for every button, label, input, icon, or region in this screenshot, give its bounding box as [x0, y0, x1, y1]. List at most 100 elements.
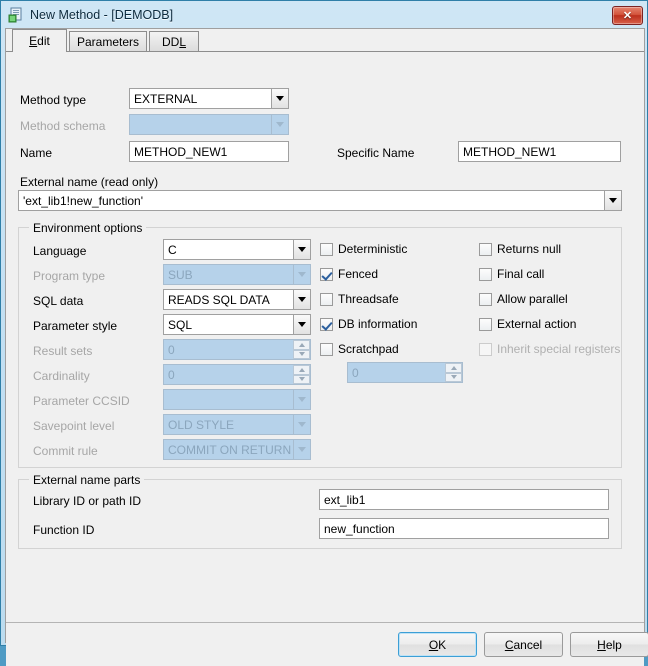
- sql-data-label: SQL data: [33, 294, 84, 308]
- commit-rule-label: Commit rule: [33, 444, 98, 458]
- chevron-down-icon: [293, 390, 310, 409]
- library-id-input[interactable]: ext_lib1: [319, 489, 609, 510]
- external-name-parts-title: External name parts: [29, 473, 145, 487]
- checkbox-allow-parallel[interactable]: Allow parallel: [479, 292, 568, 306]
- method-schema-combo: [129, 114, 289, 135]
- ok-button-label: OK: [428, 637, 447, 652]
- checkbox-deterministic-label: Deterministic: [338, 242, 408, 256]
- parameter-ccsid-combo: [163, 389, 311, 410]
- window-title: New Method - [DEMODB]: [30, 8, 174, 22]
- result-sets-label: Result sets: [33, 344, 93, 358]
- checkbox-box-icon: [320, 267, 333, 281]
- result-sets-stepper: 0: [163, 339, 311, 360]
- environment-options-title: Environment options: [29, 221, 147, 235]
- ok-button[interactable]: OK: [398, 632, 477, 657]
- sql-data-combo[interactable]: READS SQL DATA: [163, 289, 311, 310]
- checkbox-db-information[interactable]: DB information: [320, 317, 417, 331]
- tab-parameters[interactable]: Parameters: [69, 31, 147, 51]
- parameter-style-label: Parameter style: [33, 319, 118, 333]
- checkbox-inherit-special-registers-label: Inherit special registers: [497, 342, 621, 356]
- checkbox-box-icon: [479, 342, 492, 356]
- checkbox-external-action[interactable]: External action: [479, 317, 576, 331]
- parameter-style-combo[interactable]: SQL: [163, 314, 311, 335]
- help-button[interactable]: Help: [570, 632, 648, 657]
- library-id-label: Library ID or path ID: [33, 494, 142, 508]
- language-combo[interactable]: C: [163, 239, 311, 260]
- cardinality-value: 0: [168, 367, 175, 382]
- tab-ddl[interactable]: DDL: [149, 31, 199, 51]
- program-type-value: SUB: [168, 267, 193, 282]
- chevron-down-icon[interactable]: [271, 89, 288, 108]
- method-type-label: Method type: [20, 93, 87, 107]
- dialog-client-area: Edit Parameters DDL Method type EXTERNAL…: [5, 28, 648, 666]
- program-type-combo: SUB: [163, 264, 311, 285]
- program-type-label: Program type: [33, 269, 106, 283]
- external-name-value: 'ext_lib1!new_function': [23, 193, 143, 208]
- chevron-down-icon: [293, 440, 310, 459]
- dialog-window: New Method - [DEMODB] ✕ Edit Parameters …: [0, 0, 648, 666]
- checkbox-fenced[interactable]: Fenced: [320, 267, 378, 281]
- checkbox-box-icon: [479, 242, 492, 256]
- function-id-label: Function ID: [33, 523, 95, 537]
- checkbox-box-icon: [479, 292, 492, 306]
- checkbox-final-call[interactable]: Final call: [479, 267, 544, 281]
- cancel-button[interactable]: Cancel: [484, 632, 563, 657]
- commit-rule-combo: COMMIT ON RETURN N: [163, 439, 311, 460]
- checkbox-db-information-label: DB information: [338, 317, 418, 331]
- checkbox-box-icon: [479, 317, 492, 331]
- close-icon[interactable]: ✕: [612, 5, 643, 25]
- stepper-buttons: [445, 363, 462, 382]
- stepper-down-icon: [445, 372, 462, 382]
- cardinality-label: Cardinality: [33, 369, 90, 383]
- function-id-input[interactable]: new_function: [319, 518, 609, 539]
- edit-tab-panel: Method type EXTERNAL Method schema Name …: [6, 52, 644, 621]
- name-input[interactable]: METHOD_NEW1: [129, 141, 289, 162]
- stepper-buttons: [293, 340, 310, 359]
- stepper-up-icon: [293, 365, 310, 375]
- stepper-up-icon: [445, 363, 462, 373]
- tab-edit-label: Edit: [29, 34, 50, 48]
- checkbox-returns-null[interactable]: Returns null: [479, 242, 561, 256]
- dialog-footer: OK Cancel Help: [6, 622, 648, 666]
- method-window-icon: [8, 7, 24, 23]
- chevron-down-icon[interactable]: [293, 315, 310, 334]
- tab-ddl-label: DDL: [161, 34, 187, 49]
- chevron-down-icon[interactable]: [604, 191, 621, 210]
- chevron-down-icon[interactable]: [293, 240, 310, 259]
- checkbox-box-icon: [320, 317, 333, 331]
- window-controls: ✕: [612, 5, 648, 25]
- checkbox-threadsafe-label: Threadsafe: [338, 292, 399, 306]
- language-value: C: [168, 242, 177, 257]
- specific-name-input[interactable]: METHOD_NEW1: [458, 141, 621, 162]
- chevron-down-icon[interactable]: [293, 290, 310, 309]
- tab-edit[interactable]: Edit: [12, 29, 67, 52]
- checkbox-box-icon: [320, 242, 333, 256]
- tab-baseline: [6, 51, 644, 52]
- checkbox-threadsafe[interactable]: Threadsafe: [320, 292, 399, 306]
- checkbox-box-icon: [479, 267, 492, 281]
- savepoint-level-value: OLD STYLE: [168, 417, 235, 432]
- checkbox-external-action-label: External action: [497, 317, 577, 331]
- chevron-down-icon: [293, 415, 310, 434]
- checkbox-inherit-special-registers: Inherit special registers: [479, 342, 620, 356]
- method-type-combo[interactable]: EXTERNAL: [129, 88, 289, 109]
- method-type-value: EXTERNAL: [134, 91, 198, 106]
- method-schema-label: Method schema: [20, 119, 106, 133]
- checkbox-fenced-label: Fenced: [338, 267, 379, 281]
- stepper-up-icon: [293, 340, 310, 350]
- checkbox-box-icon: [320, 292, 333, 306]
- language-label: Language: [33, 244, 87, 258]
- stepper-down-icon: [293, 374, 310, 384]
- scratchpad-size-stepper: 0: [347, 362, 463, 383]
- stepper-buttons: [293, 365, 310, 384]
- checkbox-scratchpad[interactable]: Scratchpad: [320, 342, 399, 356]
- cardinality-stepper: 0: [163, 364, 311, 385]
- checkbox-deterministic[interactable]: Deterministic: [320, 242, 407, 256]
- external-name-combo[interactable]: 'ext_lib1!new_function': [18, 190, 622, 211]
- chevron-down-icon: [293, 265, 310, 284]
- cancel-button-label: Cancel: [504, 637, 543, 652]
- chevron-down-icon: [271, 115, 288, 134]
- checkbox-final-call-label: Final call: [497, 267, 545, 281]
- savepoint-level-combo: OLD STYLE: [163, 414, 311, 435]
- help-button-label: Help: [597, 637, 622, 652]
